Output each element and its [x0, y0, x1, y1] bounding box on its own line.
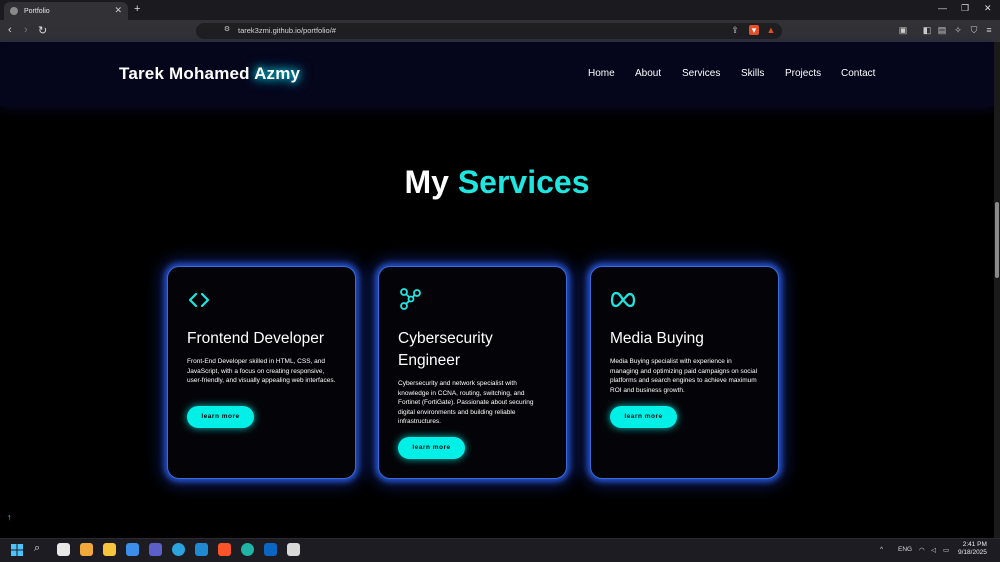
brand-name: Tarek Mohamed	[119, 64, 250, 83]
vscode-icon[interactable]	[195, 543, 208, 556]
teams-icon[interactable]	[149, 543, 162, 556]
share-icon[interactable]: ⇪	[730, 25, 740, 35]
ai-assistant-icon[interactable]: ✧	[953, 25, 963, 35]
scrollbar-track[interactable]	[994, 42, 1000, 538]
nav-about[interactable]: About	[635, 68, 661, 79]
menu-icon[interactable]: ≡	[984, 25, 994, 35]
nav-home[interactable]: Home	[588, 68, 615, 79]
url-text[interactable]: tarek3zmi.github.io/portfolio/#	[238, 26, 336, 35]
brave-shield-icon[interactable]: ▾	[749, 25, 759, 35]
tab-title: Portfolio	[24, 7, 50, 15]
vpn-icon[interactable]: ⛉	[969, 25, 979, 35]
edge-icon[interactable]	[241, 543, 254, 556]
card-description: Media Buying specialist with experience …	[610, 358, 758, 394]
volume-icon[interactable]: ◁	[931, 546, 936, 554]
code-icon	[188, 292, 210, 308]
linkedin-icon[interactable]	[264, 543, 277, 556]
learn-more-button[interactable]: learn more	[398, 437, 465, 459]
card-title: Media Buying	[610, 330, 704, 347]
clock-date: 9/18/2025	[958, 549, 987, 556]
reload-icon[interactable]: ↻	[38, 24, 47, 37]
store-icon[interactable]	[126, 543, 139, 556]
close-window-button[interactable]: ✕	[984, 3, 992, 14]
wifi-icon[interactable]: ◠	[919, 546, 925, 554]
site-settings-icon[interactable]: ⚙	[222, 25, 232, 35]
search-icon[interactable]: ⌕	[34, 542, 40, 555]
sidebar-icon[interactable]: ◧	[922, 25, 932, 35]
minimize-button[interactable]: —	[938, 3, 947, 13]
task-view-icon[interactable]	[57, 543, 70, 556]
brave-icon[interactable]	[218, 543, 231, 556]
new-tab-button[interactable]: +	[134, 3, 140, 15]
language-indicator[interactable]: ENG	[898, 546, 912, 553]
card-title: Cybersecurity Engineer	[398, 330, 493, 369]
tab-strip	[0, 0, 1000, 20]
file-explorer-icon[interactable]	[103, 543, 116, 556]
arrow-up-icon[interactable]: ↑	[7, 512, 12, 522]
site-logo[interactable]: Tarek Mohamed Azmy	[119, 64, 300, 84]
back-icon[interactable]: ‹	[8, 24, 12, 36]
card-title: Frontend Developer	[187, 330, 324, 347]
brave-rewards-icon[interactable]: ▲	[766, 25, 776, 35]
nav-skills[interactable]: Skills	[741, 68, 764, 79]
section-title: My Services	[404, 164, 590, 200]
forward-icon[interactable]: ›	[24, 24, 28, 36]
learn-more-button[interactable]: learn more	[187, 406, 254, 428]
card-description: Cybersecurity and network specialist wit…	[398, 380, 534, 425]
scrollbar-thumb[interactable]	[995, 202, 999, 278]
learn-more-button[interactable]: learn more	[610, 406, 677, 428]
meta-icon	[610, 291, 636, 308]
wallet-icon[interactable]: ▤	[937, 25, 947, 35]
nav-contact[interactable]: Contact	[841, 68, 875, 79]
nav-projects[interactable]: Projects	[785, 68, 821, 79]
nav-services[interactable]: Services	[682, 68, 720, 79]
reader-icon[interactable]: ▣	[898, 25, 908, 35]
clock-time: 2:41 PM	[962, 541, 987, 548]
tab-close-icon[interactable]: ✕	[114, 5, 122, 16]
telegram-icon[interactable]	[172, 543, 185, 556]
copilot-icon[interactable]	[80, 543, 93, 556]
globe-icon	[10, 7, 18, 15]
network-icon	[400, 288, 421, 310]
card-description: Front-End Developer skilled in HTML, CSS…	[187, 358, 336, 384]
brand-highlight: Azmy	[254, 64, 301, 83]
tab-portfolio[interactable]: Portfolio ✕	[4, 2, 128, 20]
snipping-tool-icon[interactable]	[287, 543, 300, 556]
chevron-up-icon[interactable]: ^	[880, 546, 883, 553]
windows-start-icon[interactable]	[11, 544, 23, 556]
restore-button[interactable]: ❐	[961, 3, 969, 14]
system-clock[interactable]: 2:41 PM 9/18/2025	[958, 541, 987, 557]
battery-icon[interactable]: ▭	[943, 546, 949, 554]
